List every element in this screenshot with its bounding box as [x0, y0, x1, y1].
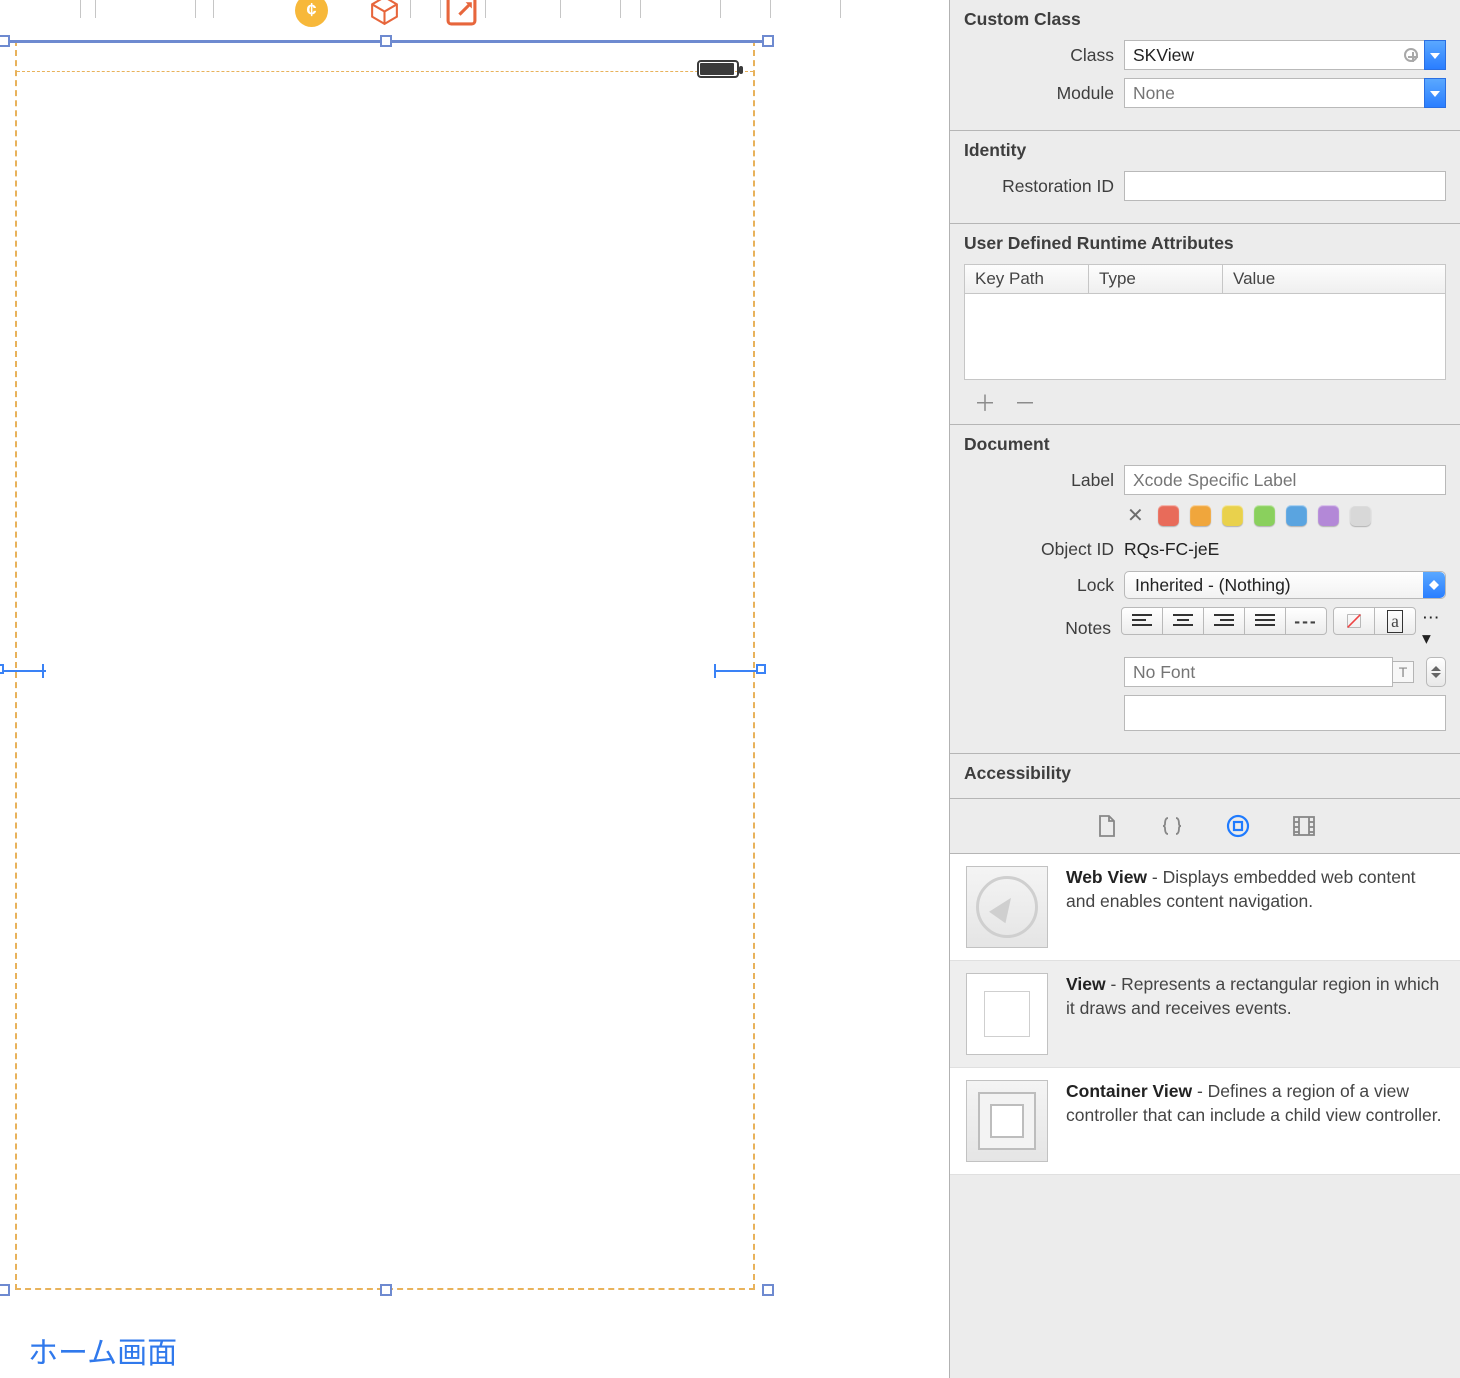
leading-constraint-guide[interactable]	[0, 670, 46, 672]
color-swatch[interactable]	[1318, 505, 1339, 526]
align-right-button[interactable]	[1203, 607, 1245, 635]
font-size-stepper[interactable]	[1426, 657, 1446, 687]
identity-section: Identity Restoration ID	[950, 130, 1460, 223]
text-style-button[interactable]: a	[1374, 607, 1416, 635]
lock-popup-value: Inherited - (Nothing)	[1135, 575, 1291, 596]
color-swatch[interactable]	[1158, 505, 1179, 526]
module-label: Module	[964, 83, 1114, 104]
font-field[interactable]	[1124, 657, 1393, 687]
notes-alignment-segment: ---	[1121, 607, 1327, 649]
library-tab-bar	[950, 798, 1460, 853]
library-item-container-view[interactable]: Container View - Defines a region of a v…	[950, 1068, 1460, 1175]
module-dropdown[interactable]	[1424, 78, 1446, 108]
media-library-tab[interactable]	[1291, 813, 1317, 839]
accessibility-section: Accessibility	[950, 753, 1460, 798]
view-controller-frame[interactable]	[15, 40, 755, 1290]
remove-attribute-button[interactable]: －	[1014, 386, 1036, 418]
align-justify-button[interactable]	[1244, 607, 1286, 635]
trailing-constraint-handle[interactable]	[756, 664, 766, 674]
module-field[interactable]	[1124, 78, 1425, 108]
library-item-text: Container View - Defines a region of a v…	[1066, 1080, 1444, 1162]
library-item-view[interactable]: View - Represents a rectangular region i…	[950, 961, 1460, 1068]
notes-overflow-button[interactable]: ⋯▾	[1422, 607, 1446, 649]
section-header: Accessibility	[964, 763, 1446, 784]
scene-kit-icon[interactable]	[368, 0, 401, 27]
runtime-attributes-table[interactable]: Key Path Type Value	[964, 264, 1446, 380]
keypath-column[interactable]: Key Path	[965, 265, 1089, 293]
restoration-id-label: Restoration ID	[964, 176, 1114, 197]
leading-constraint-handle[interactable]	[0, 664, 4, 674]
restoration-id-field[interactable]	[1124, 171, 1446, 201]
object-library-tab[interactable]	[1225, 813, 1251, 839]
coin-icon[interactable]: ¢	[295, 0, 328, 27]
file-template-tab[interactable]	[1093, 813, 1119, 839]
notes-text-field[interactable]	[1124, 695, 1446, 731]
label-color-swatches: ✕	[1124, 503, 1371, 528]
section-header: Custom Class	[964, 9, 1446, 30]
code-snippet-tab[interactable]	[1159, 813, 1185, 839]
identity-inspector: Custom Class Class Module Identity Resto…	[949, 0, 1460, 1378]
interface-builder-canvas[interactable]: ¢	[0, 0, 949, 1378]
class-suggestions-icon[interactable]	[1404, 48, 1418, 62]
align-left-button[interactable]	[1121, 607, 1163, 635]
tab-bar-item-title: ホーム画面	[28, 1328, 177, 1372]
document-label-field[interactable]	[1124, 465, 1446, 495]
section-header: User Defined Runtime Attributes	[964, 233, 1446, 254]
document-section: Document Label ✕	[950, 424, 1460, 753]
class-field[interactable]	[1124, 40, 1425, 70]
embed-icon[interactable]	[445, 0, 478, 27]
object-id-value: RQs-FC-jeE	[1124, 536, 1446, 563]
align-center-button[interactable]	[1162, 607, 1204, 635]
runtime-attributes-section: User Defined Runtime Attributes Key Path…	[950, 223, 1460, 424]
class-dropdown[interactable]	[1424, 40, 1446, 70]
container-view-thumb	[966, 1080, 1048, 1162]
color-swatch[interactable]	[1222, 505, 1243, 526]
class-label: Class	[964, 45, 1114, 66]
clear-color-button[interactable]: ✕	[1124, 503, 1147, 528]
add-attribute-button[interactable]: ＋	[974, 386, 996, 418]
object-library-list[interactable]: Web View - Displays embedded web content…	[950, 853, 1460, 1175]
section-header: Document	[964, 434, 1446, 455]
view-thumb	[966, 973, 1048, 1055]
notes-label: Notes	[964, 618, 1111, 639]
section-header: Identity	[964, 140, 1446, 161]
text-color-none-button[interactable]	[1333, 607, 1375, 635]
lock-label: Lock	[964, 575, 1114, 596]
compass-icon	[976, 876, 1038, 938]
color-swatch[interactable]	[1286, 505, 1307, 526]
type-column[interactable]: Type	[1089, 265, 1223, 293]
library-item-web-view[interactable]: Web View - Displays embedded web content…	[950, 854, 1460, 961]
trailing-constraint-guide[interactable]	[714, 670, 762, 672]
label-label: Label	[964, 470, 1114, 491]
library-item-text: Web View - Displays embedded web content…	[1066, 866, 1444, 948]
object-id-label: Object ID	[964, 539, 1114, 560]
library-item-text: View - Represents a rectangular region i…	[1066, 973, 1444, 1055]
align-natural-button[interactable]: ---	[1285, 607, 1327, 635]
value-column[interactable]: Value	[1223, 265, 1445, 293]
color-swatch[interactable]	[1254, 505, 1275, 526]
web-view-thumb	[966, 866, 1048, 948]
lock-popup[interactable]: Inherited - (Nothing)	[1124, 571, 1446, 599]
status-bar	[17, 42, 753, 72]
font-picker-icon[interactable]: T	[1392, 661, 1414, 683]
color-swatch[interactable]	[1190, 505, 1211, 526]
color-swatch[interactable]	[1350, 505, 1371, 526]
battery-icon	[697, 60, 739, 78]
custom-class-section: Custom Class Class Module	[950, 0, 1460, 130]
